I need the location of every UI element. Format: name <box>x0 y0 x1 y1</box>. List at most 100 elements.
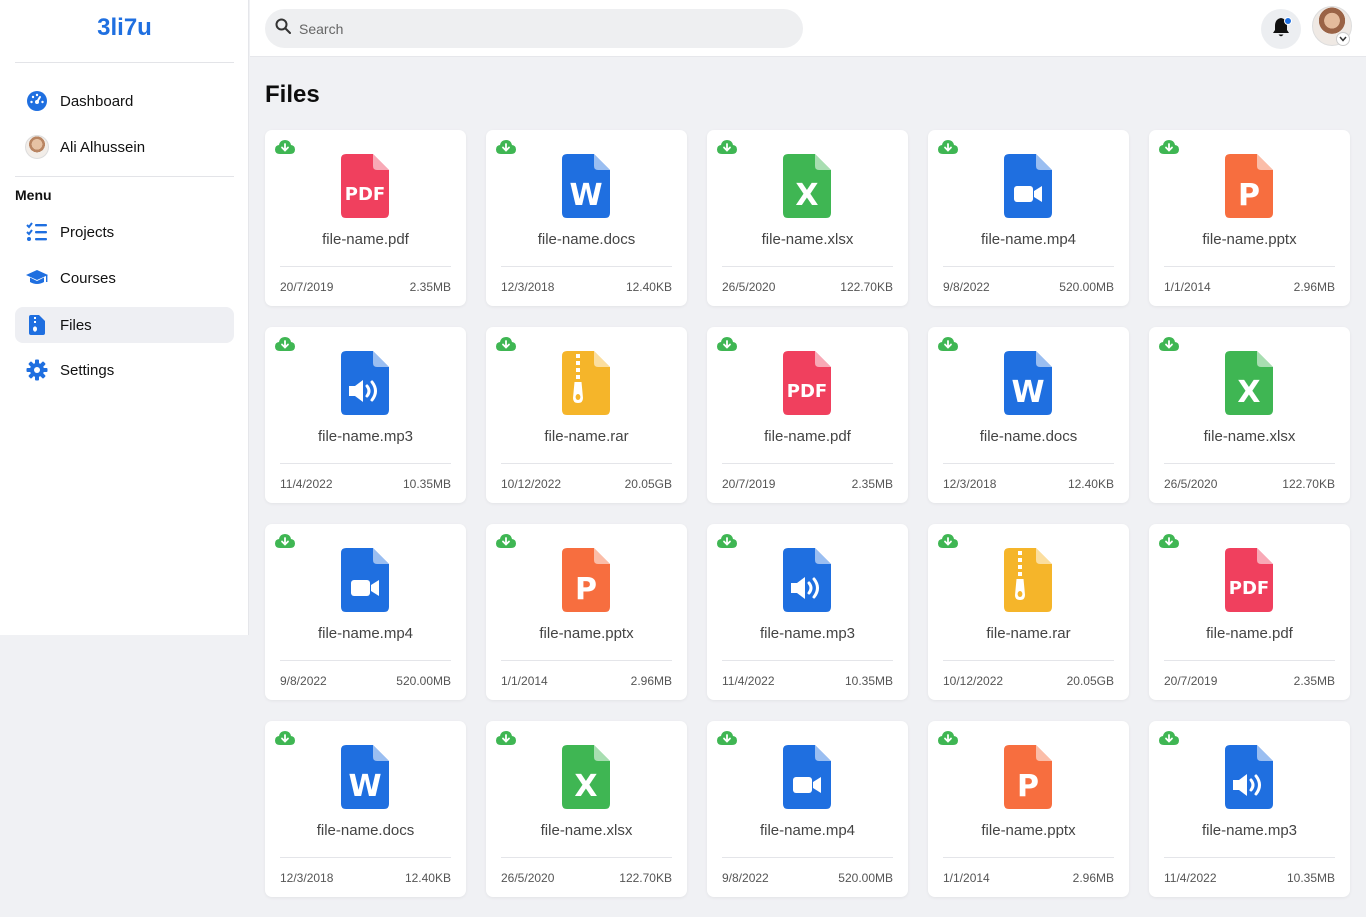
file-name: file-name.rar <box>986 625 1071 642</box>
file-date: 11/4/2022 <box>722 674 775 688</box>
file-card[interactable]: W file-name.docs 12/3/2018 12.40KB <box>928 327 1129 503</box>
file-date: 12/3/2018 <box>280 871 334 885</box>
divider <box>943 266 1114 267</box>
file-card[interactable]: file-name.mp3 11/4/2022 10.35MB <box>265 327 466 503</box>
sidebar-item-label: Projects <box>60 223 115 241</box>
file-card[interactable]: X file-name.xlsx 26/5/2020 122.70KB <box>707 130 908 306</box>
svg-text:PDF: PDF <box>1229 578 1269 599</box>
file-name: file-name.pdf <box>764 428 851 445</box>
graduation-cap-icon <box>25 266 49 290</box>
divider <box>15 62 234 63</box>
sidebar-item-projects[interactable]: Projects <box>15 214 234 250</box>
divider <box>722 660 893 661</box>
file-grid: PDF file-name.pdf 20/7/2019 2.35MB W fil… <box>265 130 1351 897</box>
file-date: 20/7/2019 <box>722 477 776 491</box>
search-bar[interactable] <box>265 9 803 48</box>
file-card[interactable]: PDF file-name.pdf 20/7/2019 2.35MB <box>265 130 466 306</box>
svg-text:P: P <box>1238 178 1260 213</box>
logo[interactable]: 3li7u <box>0 14 249 42</box>
sidebar-item-settings[interactable]: Settings <box>15 352 234 388</box>
file-card[interactable]: PDF file-name.pdf 20/7/2019 2.35MB <box>1149 524 1350 700</box>
file-size: 2.35MB <box>851 477 893 491</box>
divider <box>1164 857 1335 858</box>
file-size: 2.35MB <box>1293 674 1335 688</box>
file-date: 26/5/2020 <box>722 280 776 294</box>
sidebar-item-files[interactable]: Files <box>15 307 234 343</box>
file-card[interactable]: PDF file-name.pdf 20/7/2019 2.35MB <box>707 327 908 503</box>
page-title: Files <box>265 81 320 108</box>
file-date: 20/7/2019 <box>1164 674 1218 688</box>
search-icon <box>275 18 291 39</box>
file-date: 12/3/2018 <box>943 477 997 491</box>
notifications-button[interactable] <box>1261 9 1301 49</box>
file-card[interactable]: P file-name.pptx 1/1/2014 2.96MB <box>928 721 1129 897</box>
file-card[interactable]: P file-name.pptx 1/1/2014 2.96MB <box>1149 130 1350 306</box>
file-size: 2.96MB <box>1293 280 1335 294</box>
file-name: file-name.xlsx <box>761 231 854 248</box>
file-name: file-name.mp4 <box>317 625 414 642</box>
file-date: 1/1/2014 <box>1164 280 1211 294</box>
avatar <box>25 135 49 159</box>
file-size: 10.35MB <box>1286 871 1335 885</box>
divider <box>280 660 451 661</box>
file-name: file-name.pptx <box>539 625 634 642</box>
svg-text:W: W <box>569 178 602 213</box>
file-size: 122.70KB <box>619 871 672 885</box>
svg-text:PDF: PDF <box>787 381 827 402</box>
file-date: 11/4/2022 <box>280 477 333 491</box>
sidebar-item-label: Files <box>60 316 92 334</box>
sidebar-item-dashboard[interactable]: Dashboard <box>15 83 234 119</box>
file-date: 26/5/2020 <box>501 871 555 885</box>
divider <box>280 857 451 858</box>
file-card[interactable]: file-name.mp4 9/8/2022 520.00MB <box>707 721 908 897</box>
sidebar-item-profile[interactable]: Ali Alhussein <box>15 129 234 165</box>
list-check-icon <box>25 220 49 244</box>
file-size: 2.96MB <box>1072 871 1114 885</box>
file-card[interactable]: file-name.mp3 11/4/2022 10.35MB <box>1149 721 1350 897</box>
gear-icon <box>25 358 49 382</box>
file-date: 10/12/2022 <box>501 477 562 491</box>
file-card[interactable]: file-name.mp4 9/8/2022 520.00MB <box>265 524 466 700</box>
file-name: file-name.xlsx <box>540 822 633 839</box>
file-size: 122.70KB <box>840 280 893 294</box>
file-name: file-name.mp3 <box>317 428 414 445</box>
file-name: file-name.rar <box>544 428 629 445</box>
divider <box>501 266 672 267</box>
file-card[interactable]: file-name.mp3 11/4/2022 10.35MB <box>707 524 908 700</box>
sidebar-item-label: Ali Alhussein <box>60 138 146 156</box>
file-size: 10.35MB <box>844 674 893 688</box>
svg-text:X: X <box>574 769 597 804</box>
file-card[interactable]: X file-name.xlsx 26/5/2020 122.70KB <box>486 721 687 897</box>
svg-text:P: P <box>575 572 597 607</box>
file-card[interactable]: file-name.rar 10/12/2022 20.05GB <box>486 327 687 503</box>
svg-text:W: W <box>1011 375 1044 410</box>
file-card[interactable]: W file-name.docs 12/3/2018 12.40KB <box>486 130 687 306</box>
file-size: 2.96MB <box>630 674 672 688</box>
file-name: file-name.mp3 <box>1201 822 1298 839</box>
svg-text:X: X <box>795 178 818 213</box>
divider <box>1164 660 1335 661</box>
menu-heading: Menu <box>15 187 52 203</box>
sidebar-item-courses[interactable]: Courses <box>15 260 234 296</box>
sidebar-item-label: Dashboard <box>60 92 134 110</box>
divider <box>722 463 893 464</box>
search-input[interactable] <box>299 20 779 37</box>
file-card[interactable]: file-name.mp4 9/8/2022 520.00MB <box>928 130 1129 306</box>
file-size: 10.35MB <box>402 477 451 491</box>
file-size: 520.00MB <box>396 674 451 688</box>
chevron-down-icon[interactable] <box>1336 32 1350 46</box>
divider <box>501 463 672 464</box>
file-size: 122.70KB <box>1282 477 1335 491</box>
file-name: file-name.pdf <box>1206 625 1293 642</box>
file-card[interactable]: W file-name.docs 12/3/2018 12.40KB <box>265 721 466 897</box>
file-date: 9/8/2022 <box>280 674 327 688</box>
divider <box>722 266 893 267</box>
file-size: 12.40KB <box>1067 477 1114 491</box>
file-card[interactable]: P file-name.pptx 1/1/2014 2.96MB <box>486 524 687 700</box>
divider <box>1164 463 1335 464</box>
file-name: file-name.docs <box>979 428 1078 445</box>
file-card[interactable]: file-name.rar 10/12/2022 20.05GB <box>928 524 1129 700</box>
file-name: file-name.mp4 <box>980 231 1077 248</box>
divider <box>1164 266 1335 267</box>
file-card[interactable]: X file-name.xlsx 26/5/2020 122.70KB <box>1149 327 1350 503</box>
